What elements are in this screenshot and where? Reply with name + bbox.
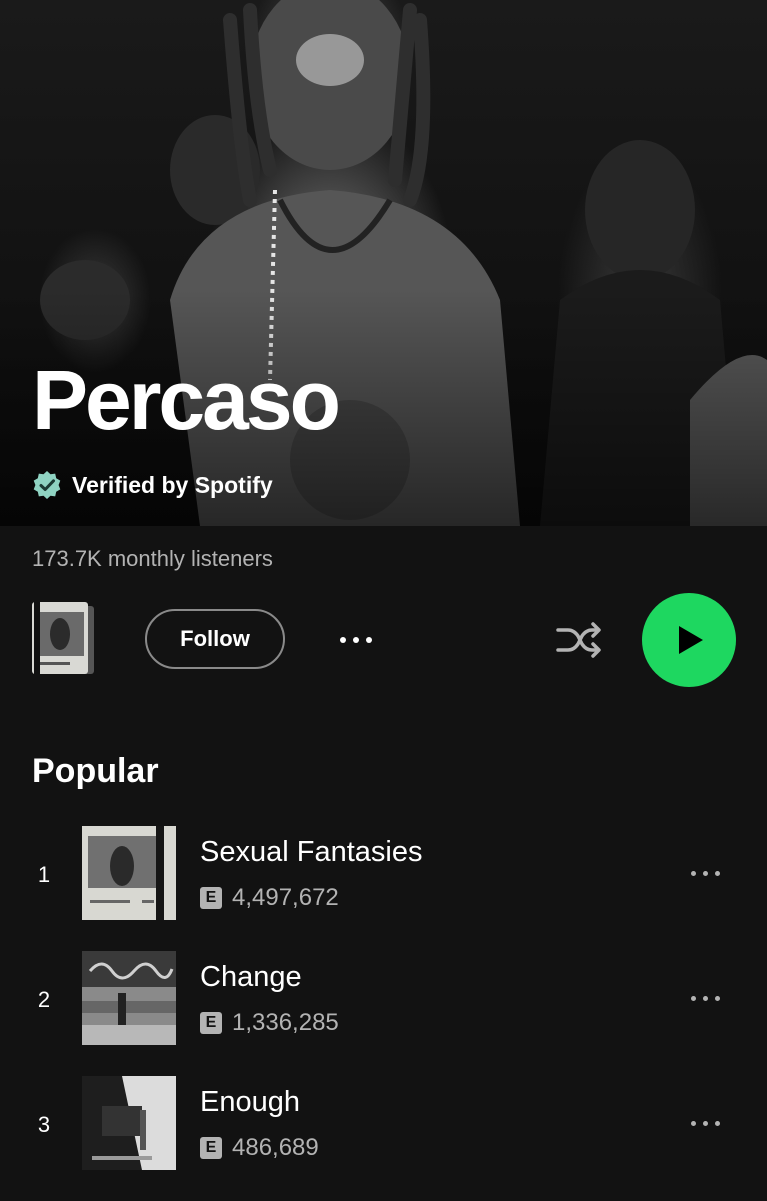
dot xyxy=(714,1120,720,1126)
track-row[interactable]: 3 Enough E 486,689 xyxy=(0,1076,767,1201)
more-options-icon[interactable] xyxy=(330,620,382,660)
track-cover-art xyxy=(82,1076,176,1170)
track-row[interactable]: 1 Sexual Fantasies E 4,497,672 xyxy=(0,826,767,951)
play-icon xyxy=(679,626,703,654)
popular-track-list: 1 Sexual Fantasies E 4,497,672 2 Change … xyxy=(0,826,767,1201)
monthly-listeners: 173.7K monthly listeners xyxy=(32,546,273,571)
track-more-options-icon[interactable] xyxy=(682,862,728,884)
dot xyxy=(340,637,346,643)
track-title: Enough xyxy=(200,1086,300,1118)
explicit-badge: E xyxy=(200,1137,222,1159)
track-play-count: 486,689 xyxy=(232,1134,319,1161)
dot xyxy=(690,1120,696,1126)
track-meta: E 4,497,672 xyxy=(200,884,339,912)
track-cover-art xyxy=(82,951,176,1045)
explicit-badge: E xyxy=(200,887,222,909)
dot xyxy=(702,995,708,1001)
dot xyxy=(690,870,696,876)
track-rank: 2 xyxy=(37,987,51,1012)
track-more-options-icon[interactable] xyxy=(682,987,728,1009)
shuffle-icon[interactable] xyxy=(552,618,606,662)
dot xyxy=(353,637,359,643)
track-row[interactable]: 2 Change E 1,336,285 xyxy=(0,951,767,1076)
artist-name: Percaso xyxy=(32,353,341,447)
verified-check-icon xyxy=(33,471,61,499)
track-more-options-icon[interactable] xyxy=(682,1112,728,1134)
popular-section-title: Popular xyxy=(32,752,159,790)
track-play-count: 4,497,672 xyxy=(232,884,339,911)
track-title: Change xyxy=(200,961,302,993)
track-rank: 3 xyxy=(37,1112,51,1137)
track-title: Sexual Fantasies xyxy=(200,836,423,868)
dot xyxy=(714,995,720,1001)
artist-preview-thumbnail[interactable] xyxy=(32,602,96,678)
artist-header-image: Percaso Verified by Spotify xyxy=(0,0,767,526)
track-meta: E 1,336,285 xyxy=(200,1009,339,1037)
track-meta: E 486,689 xyxy=(200,1134,319,1162)
dot xyxy=(714,870,720,876)
track-play-count: 1,336,285 xyxy=(232,1009,339,1036)
play-button[interactable] xyxy=(642,593,736,687)
artist-action-row: Follow xyxy=(0,590,767,690)
explicit-badge: E xyxy=(200,1012,222,1034)
dot xyxy=(366,637,372,643)
follow-button[interactable]: Follow xyxy=(145,609,285,669)
verified-label: Verified by Spotify xyxy=(72,471,273,498)
dot xyxy=(690,995,696,1001)
track-cover-art xyxy=(82,826,176,920)
dot xyxy=(702,1120,708,1126)
dot xyxy=(702,870,708,876)
track-rank: 1 xyxy=(37,862,51,887)
verified-badge: Verified by Spotify xyxy=(32,468,273,502)
